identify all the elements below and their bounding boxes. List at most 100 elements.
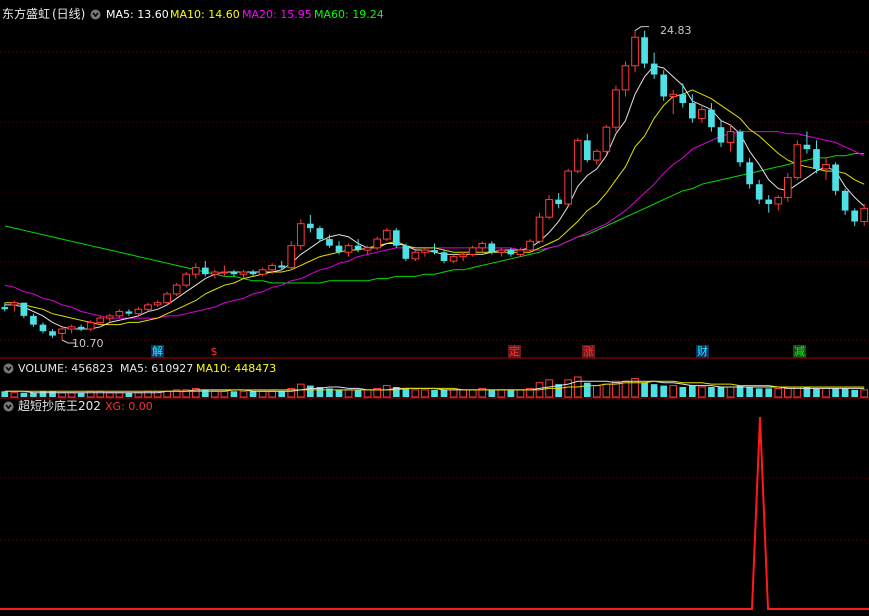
chart-canvas[interactable] bbox=[0, 0, 869, 616]
volume-bar bbox=[58, 392, 66, 398]
candle-body bbox=[191, 267, 200, 275]
candle-body bbox=[679, 94, 687, 104]
settings-circle-icon[interactable] bbox=[90, 9, 101, 20]
volume-bar bbox=[459, 389, 467, 398]
volume-bar bbox=[698, 386, 706, 398]
candle-body bbox=[736, 131, 744, 163]
volume-bar bbox=[105, 392, 114, 398]
volume-bar bbox=[755, 388, 763, 397]
ma5-series bbox=[4, 65, 865, 330]
volume-bar bbox=[841, 388, 849, 397]
volume-bar bbox=[488, 389, 496, 397]
ma20-label: MA20: 15.95 bbox=[242, 8, 312, 21]
candle-body bbox=[239, 271, 248, 275]
volume-ma10: MA10: 448473 bbox=[196, 362, 277, 375]
event-marker-cai[interactable]: 财 bbox=[696, 345, 709, 358]
volume-bar bbox=[144, 390, 152, 398]
candle-body bbox=[765, 199, 773, 204]
candle-body bbox=[230, 271, 238, 275]
candle-body bbox=[49, 331, 56, 336]
candle-body bbox=[268, 264, 277, 271]
candle-body bbox=[641, 37, 648, 64]
candle-body bbox=[478, 242, 487, 249]
volume-bar bbox=[258, 390, 267, 398]
candle-body bbox=[612, 89, 620, 128]
candle-body bbox=[163, 293, 171, 304]
volume-bar bbox=[77, 392, 85, 397]
candle-body bbox=[20, 302, 28, 316]
volume-bar bbox=[96, 390, 105, 398]
candle-body bbox=[717, 127, 725, 143]
candle-body bbox=[296, 223, 305, 247]
volume-bar bbox=[49, 391, 56, 397]
candlesticks bbox=[1, 26, 869, 344]
volume-bar bbox=[239, 390, 248, 398]
high-marker bbox=[634, 26, 650, 32]
volume-bar bbox=[307, 385, 314, 397]
volume-bar bbox=[783, 387, 792, 398]
candle-body bbox=[621, 65, 630, 91]
indicator-settings-icon[interactable] bbox=[3, 401, 14, 412]
candle-body bbox=[125, 311, 133, 314]
event-marker-dollar[interactable]: $ bbox=[209, 345, 219, 358]
volume-title: VOLUME: 456823 bbox=[18, 362, 114, 375]
candle-body bbox=[783, 177, 792, 198]
volume-bar bbox=[335, 389, 343, 397]
volume-bar bbox=[278, 391, 286, 397]
candle-body bbox=[10, 302, 19, 306]
period-label: (日线) bbox=[52, 7, 86, 21]
candle-body bbox=[172, 284, 181, 295]
candle-body bbox=[220, 271, 229, 274]
ma60-series bbox=[4, 153, 865, 284]
candle-body bbox=[440, 252, 448, 262]
event-label: 定 bbox=[509, 345, 520, 358]
candle-body bbox=[803, 144, 811, 150]
volume-bar bbox=[125, 392, 133, 397]
candle-body bbox=[39, 324, 47, 332]
volume-bar bbox=[726, 386, 735, 398]
volume-bar bbox=[497, 389, 506, 398]
volume-bar bbox=[564, 379, 573, 398]
ma5-label: MA5: 13.60 bbox=[106, 8, 169, 21]
volume-bar bbox=[344, 389, 353, 398]
volume-bar bbox=[382, 385, 391, 398]
volume-bar bbox=[851, 389, 859, 397]
candle-body bbox=[307, 223, 314, 229]
candle-body bbox=[373, 238, 382, 249]
candle-body bbox=[1, 307, 9, 310]
candle-body bbox=[841, 190, 849, 211]
candle-body bbox=[583, 140, 591, 161]
volume-bar bbox=[679, 387, 687, 397]
ma10-value: 14.60 bbox=[208, 8, 240, 21]
stock-chart-window: 东方盛虹 (日线) MA5: 13.60 MA10: 14.60 MA20: 1… bbox=[0, 0, 869, 616]
candle-body bbox=[30, 315, 37, 325]
volume-bar bbox=[583, 382, 591, 397]
volume-bar bbox=[30, 392, 37, 397]
candle-body bbox=[182, 273, 191, 286]
candle-body bbox=[726, 131, 735, 144]
candle-body bbox=[688, 103, 696, 119]
candle-body bbox=[459, 253, 467, 258]
candle-body bbox=[535, 216, 544, 242]
volume-bar bbox=[813, 388, 820, 397]
event-marker-jie[interactable]: 解 bbox=[151, 345, 164, 358]
candle-body bbox=[67, 326, 76, 330]
candle-body bbox=[115, 310, 124, 317]
candle-body bbox=[278, 265, 286, 268]
ma60-label: MA60: 19.24 bbox=[314, 8, 384, 21]
candle-body bbox=[344, 245, 353, 253]
volume-value: 456823 bbox=[71, 362, 114, 375]
volume-bar bbox=[249, 391, 257, 397]
volume-settings-icon[interactable] bbox=[3, 363, 14, 374]
event-marker-ding[interactable]: 定 bbox=[508, 345, 521, 358]
candle-body bbox=[249, 271, 257, 275]
event-label: 涨 bbox=[583, 345, 594, 358]
event-marker-jian[interactable]: 减 bbox=[793, 345, 806, 358]
volume-bar bbox=[746, 387, 753, 397]
volume-bar bbox=[717, 387, 725, 397]
candle-body bbox=[201, 267, 209, 275]
volume-bar bbox=[765, 388, 773, 397]
volume-bar bbox=[363, 389, 372, 398]
event-marker-zhang[interactable]: 涨 bbox=[582, 345, 595, 358]
candle-body bbox=[516, 249, 525, 255]
